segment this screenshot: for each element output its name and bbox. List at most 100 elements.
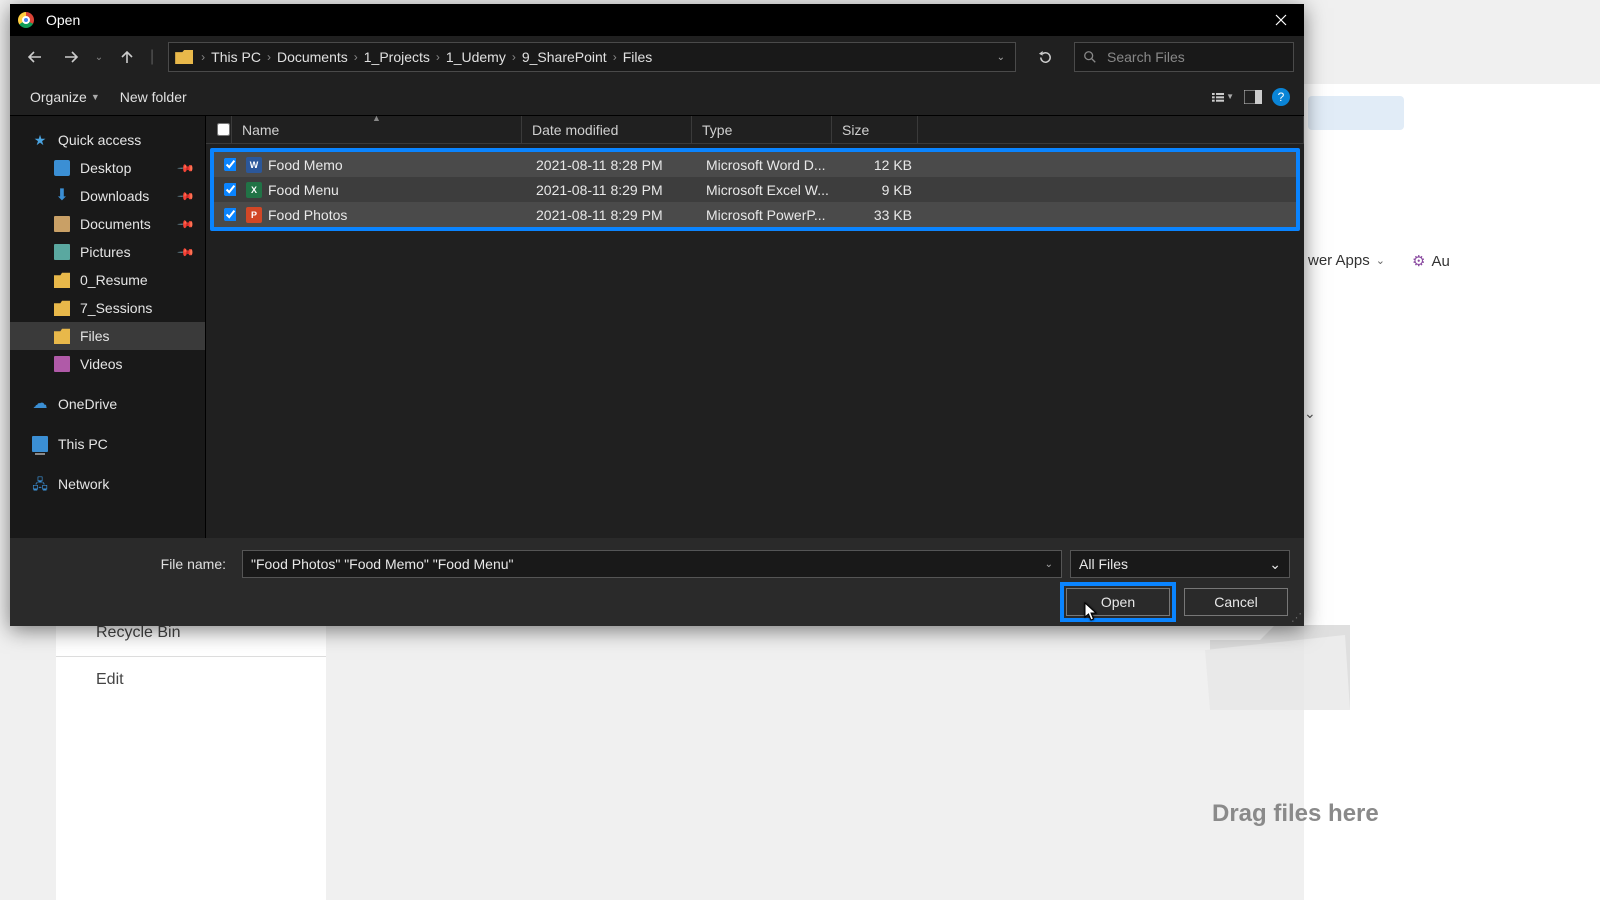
file-size: 9 KB <box>836 182 918 198</box>
sidebar-item-desktop[interactable]: Desktop📌 <box>10 154 205 182</box>
filename-input[interactable]: "Food Photos" "Food Memo" "Food Menu" ⌄ <box>242 550 1062 578</box>
crumb-dropdown-icon[interactable]: ⌄ <box>987 52 1015 63</box>
column-header-name[interactable]: Name ▲ <box>232 116 522 143</box>
excel-file-icon: X <box>246 182 262 198</box>
search-input[interactable]: Search Files <box>1074 42 1294 72</box>
organize-button[interactable]: Organize ▼ <box>24 85 106 109</box>
background-panel <box>1304 84 1600 900</box>
arrow-left-icon <box>27 49 43 65</box>
crumb-projects[interactable]: 1_Projects <box>358 49 436 65</box>
preview-pane-button[interactable] <box>1242 86 1264 108</box>
titlebar: Open <box>10 4 1304 36</box>
sidebar-thispc[interactable]: This PC <box>10 430 205 458</box>
background-chevron-icon: ⌄ <box>1304 405 1316 422</box>
pin-icon: 📌 <box>177 215 196 234</box>
arrow-up-icon <box>119 49 135 65</box>
file-row[interactable]: X Food Menu 2021-08-11 8:29 PM Microsoft… <box>214 177 1296 202</box>
pin-icon: 📌 <box>177 243 196 262</box>
background-edit-text: Edit <box>56 657 326 703</box>
close-icon <box>1275 14 1287 26</box>
powerpoint-file-icon: P <box>246 207 262 223</box>
column-header-size[interactable]: Size <box>832 116 918 143</box>
open-button[interactable]: Open <box>1066 588 1170 616</box>
history-dropdown-icon[interactable]: ⌄ <box>92 42 106 72</box>
chevron-down-icon[interactable]: ⌄ <box>1045 559 1053 570</box>
new-folder-button[interactable]: New folder <box>114 85 193 109</box>
chrome-icon <box>18 12 34 28</box>
file-size: 12 KB <box>836 157 918 173</box>
sidebar-item-resume[interactable]: 0_Resume <box>10 266 205 294</box>
bottom-bar: File name: "Food Photos" "Food Memo" "Fo… <box>10 538 1304 626</box>
list-view-icon <box>1212 90 1224 104</box>
cancel-button[interactable]: Cancel <box>1184 588 1288 616</box>
word-file-icon: W <box>246 157 262 173</box>
up-button[interactable] <box>112 42 142 72</box>
column-headers: Name ▲ Date modified Type Size <box>206 116 1304 144</box>
folder-icon <box>175 50 193 64</box>
sidebar-item-sessions[interactable]: 7_Sessions <box>10 294 205 322</box>
folder-icon <box>54 328 70 344</box>
column-header-type[interactable]: Type <box>692 116 832 143</box>
sidebar-item-pictures[interactable]: Pictures📌 <box>10 238 205 266</box>
file-checkbox[interactable] <box>224 208 237 221</box>
crumb-sharepoint[interactable]: 9_SharePoint <box>516 49 613 65</box>
filename-label: File name: <box>24 556 234 572</box>
file-checkbox[interactable] <box>224 183 237 196</box>
background-left-panel: Recycle Bin Edit <box>56 610 326 900</box>
file-date: 2021-08-11 8:29 PM <box>526 207 696 223</box>
back-button[interactable] <box>20 42 50 72</box>
pc-icon <box>32 436 48 452</box>
forward-button[interactable] <box>56 42 86 72</box>
view-mode-button[interactable]: ▼ <box>1212 86 1234 108</box>
column-header-checkbox[interactable] <box>206 116 232 143</box>
toolbar: Organize ▼ New folder ▼ ? <box>10 78 1304 116</box>
dialog-title: Open <box>46 12 80 28</box>
star-icon: ★ <box>32 132 48 148</box>
file-type-filter[interactable]: All Files ⌄ <box>1070 550 1290 578</box>
crumb-documents[interactable]: Documents <box>271 49 354 65</box>
open-file-dialog: Open ⌄ | › This PC › Documents › 1_Proje… <box>10 4 1304 626</box>
sidebar-item-downloads[interactable]: ⬇ Downloads📌 <box>10 182 205 210</box>
file-name: Food Menu <box>268 182 339 198</box>
desktop-icon <box>54 160 70 176</box>
refresh-button[interactable] <box>1030 42 1060 72</box>
file-date: 2021-08-11 8:29 PM <box>526 182 696 198</box>
sort-asc-icon: ▲ <box>372 113 381 123</box>
background-drag-text: Drag files here <box>1212 800 1379 828</box>
file-checkbox[interactable] <box>224 158 237 171</box>
documents-icon <box>54 216 70 232</box>
resize-grip-icon[interactable]: ⋰ <box>1291 611 1300 624</box>
close-button[interactable] <box>1258 4 1304 36</box>
refresh-icon <box>1038 50 1053 65</box>
file-row[interactable]: P Food Photos 2021-08-11 8:29 PM Microso… <box>214 202 1296 227</box>
file-list-selection: W Food Memo 2021-08-11 8:28 PM Microsoft… <box>210 148 1300 231</box>
nav-row: ⌄ | › This PC › Documents › 1_Projects ›… <box>10 36 1304 78</box>
pin-icon: 📌 <box>177 187 196 206</box>
file-type: Microsoft Word D... <box>696 157 836 173</box>
download-icon: ⬇ <box>54 188 70 204</box>
chevron-down-icon: ▼ <box>91 92 100 102</box>
column-header-date[interactable]: Date modified <box>522 116 692 143</box>
file-date: 2021-08-11 8:28 PM <box>526 157 696 173</box>
search-placeholder: Search Files <box>1107 49 1185 65</box>
help-button[interactable]: ? <box>1272 88 1290 106</box>
search-icon <box>1083 50 1097 64</box>
crumb-thispc[interactable]: This PC <box>205 49 267 65</box>
crumb-udemy[interactable]: 1_Udemy <box>440 49 512 65</box>
folder-icon <box>54 272 70 288</box>
sidebar-item-files[interactable]: Files <box>10 322 205 350</box>
sidebar-network[interactable]: 🖧 Network <box>10 470 205 498</box>
background-pill <box>1308 96 1404 130</box>
sidebar-quick-access[interactable]: ★ Quick access <box>10 126 205 154</box>
breadcrumb-bar[interactable]: › This PC › Documents › 1_Projects › 1_U… <box>168 42 1016 72</box>
sidebar-onedrive[interactable]: ☁ OneDrive <box>10 390 205 418</box>
sidebar-item-documents[interactable]: Documents📌 <box>10 210 205 238</box>
file-name: Food Memo <box>268 157 343 173</box>
crumb-files[interactable]: Files <box>617 49 659 65</box>
file-row[interactable]: W Food Memo 2021-08-11 8:28 PM Microsoft… <box>214 152 1296 177</box>
file-pane: Name ▲ Date modified Type Size W Food Me… <box>206 116 1304 538</box>
nav-separator: | <box>150 48 154 66</box>
cloud-icon: ☁ <box>32 396 48 412</box>
sidebar: ★ Quick access Desktop📌 ⬇ Downloads📌 Doc… <box>10 116 206 538</box>
sidebar-item-videos[interactable]: Videos <box>10 350 205 378</box>
